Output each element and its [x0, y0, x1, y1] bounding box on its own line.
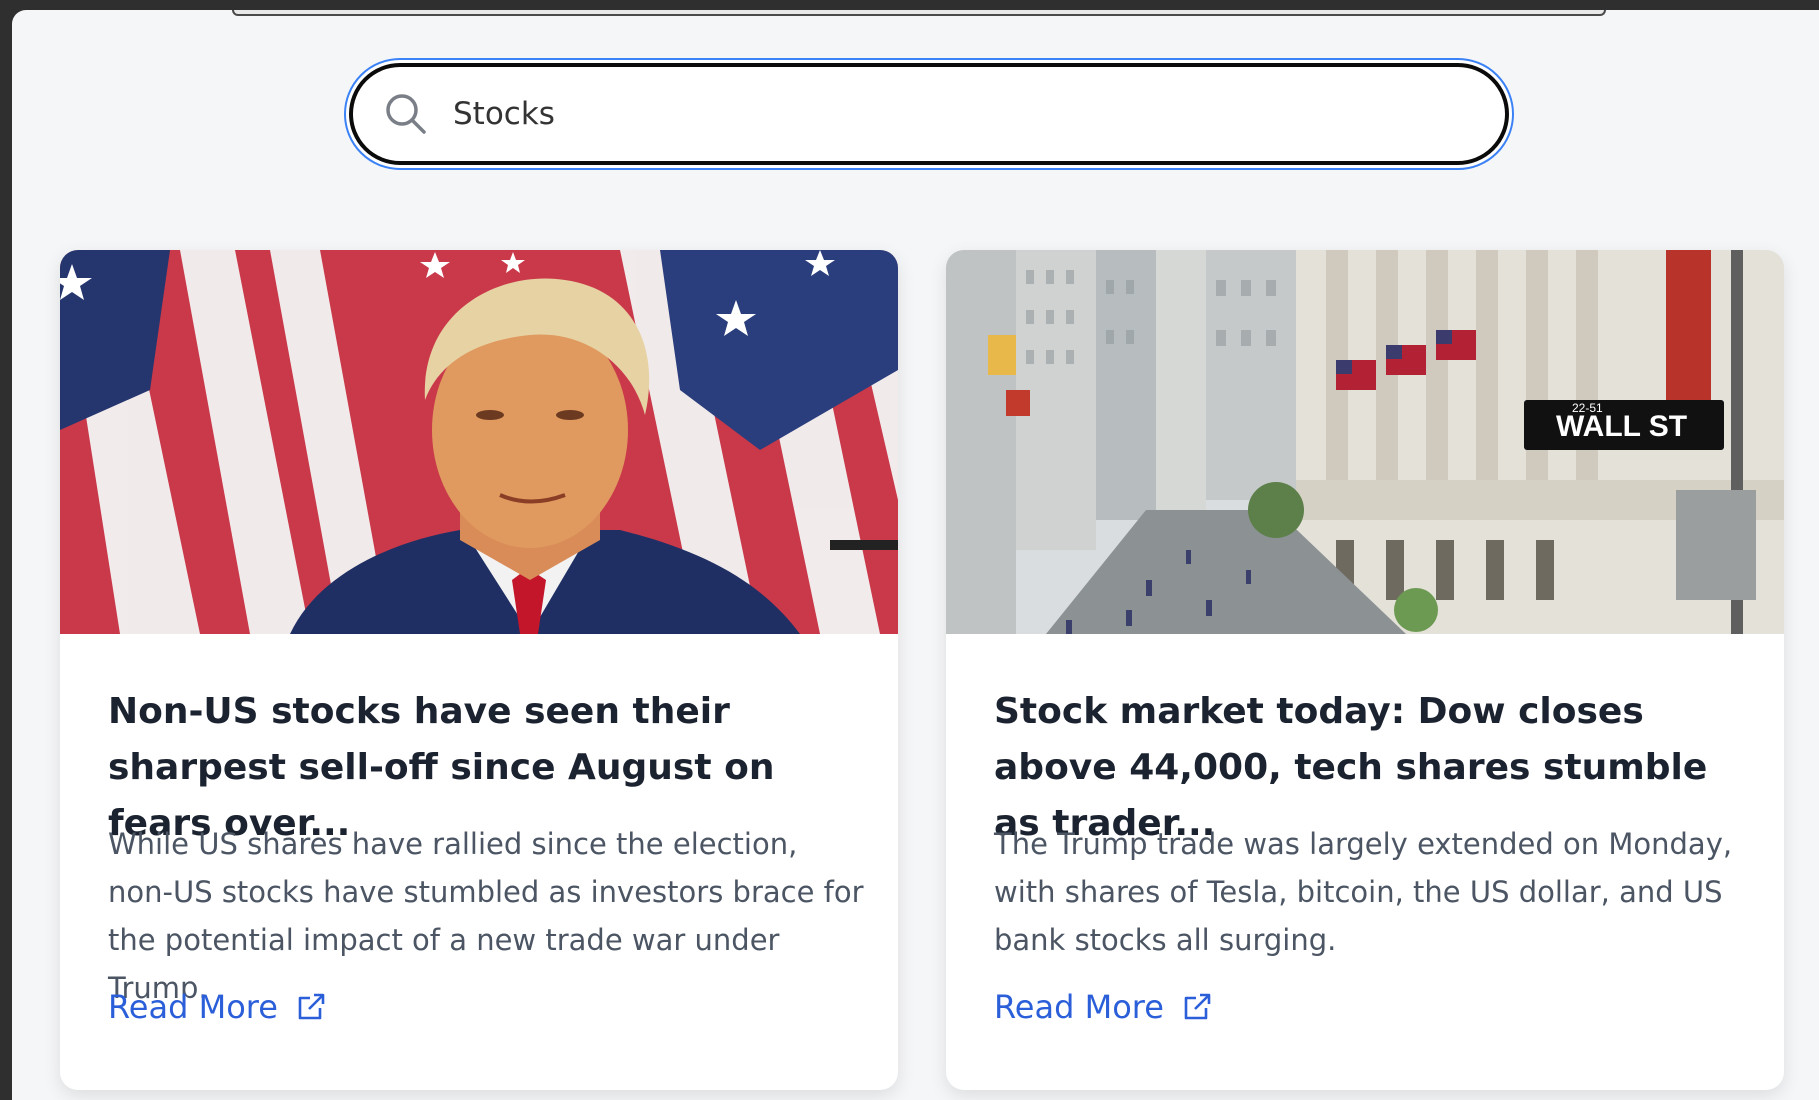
read-more-label: Read More [994, 988, 1164, 1026]
search-input[interactable] [453, 96, 1453, 132]
read-more-label: Read More [108, 988, 278, 1026]
article-card: Non-US stocks have seen their sharpest s… [60, 250, 898, 1090]
read-more-link[interactable]: Read More [108, 988, 326, 1026]
article-description: The Trump trade was largely extended on … [994, 827, 1733, 957]
article-card: WALL ST 22-51 Stock market today: Dow cl… [946, 250, 1784, 1090]
read-more-link[interactable]: Read More [994, 988, 1212, 1026]
external-link-icon [1182, 992, 1212, 1022]
browser-window: Non-US stocks have seen their sharpest s… [12, 10, 1819, 1100]
article-image-wall-street: WALL ST 22-51 [946, 250, 1784, 634]
search-icon [383, 91, 429, 137]
street-sign-number: 22-51 [1572, 401, 1603, 415]
article-description: While US shares have rallied since the e… [108, 827, 864, 1005]
external-link-icon [296, 992, 326, 1022]
tab-strip-edge [232, 10, 1606, 16]
search-bar[interactable] [344, 58, 1514, 170]
article-image-flag-portrait [60, 250, 898, 634]
search-bar-inner[interactable] [349, 63, 1509, 165]
